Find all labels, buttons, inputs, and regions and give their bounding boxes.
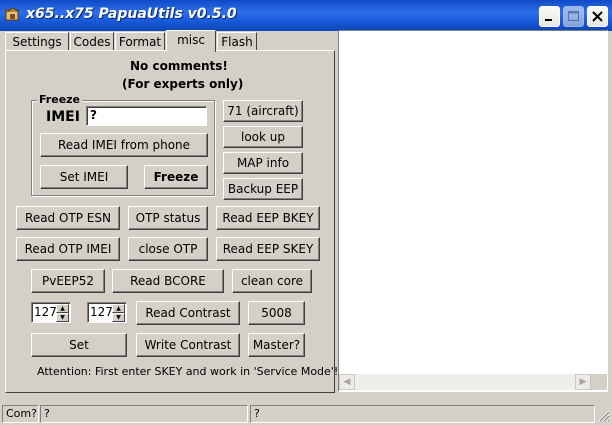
read-bcore-button[interactable]: Read BCORE xyxy=(112,269,224,293)
contrast-spin-1-value[interactable]: 127 xyxy=(34,305,57,319)
minimize-button[interactable] xyxy=(539,6,560,27)
clean-core-button[interactable]: clean core xyxy=(232,269,312,293)
contrast-spin-2-value[interactable]: 127 xyxy=(90,305,113,319)
write-contrast-button[interactable]: Write Contrast xyxy=(136,333,240,357)
scroll-left-icon[interactable]: ◀ xyxy=(339,374,355,390)
map-info-button[interactable]: MAP info xyxy=(223,152,303,174)
status-cell-2: ? xyxy=(40,405,248,423)
master-button[interactable]: Master? xyxy=(248,333,305,357)
attention-text: Attention: First enter SKEY and work in … xyxy=(37,365,339,378)
spin-down-icon[interactable]: ▼ xyxy=(56,313,69,322)
tab-format[interactable]: Format xyxy=(115,32,165,51)
heading-no-comments: No comments! xyxy=(130,59,228,73)
imei-input[interactable]: ? xyxy=(86,106,207,126)
contrast-spin-2[interactable]: 127 ▲ ▼ xyxy=(87,302,127,323)
backup-eep-button[interactable]: Backup EEP xyxy=(223,178,303,200)
heading-experts-only: (For experts only) xyxy=(122,77,244,91)
tab-codes[interactable]: Codes xyxy=(70,32,114,51)
aircraft-button[interactable]: 71 (aircraft) xyxy=(223,100,303,122)
imei-label: IMEI xyxy=(46,109,80,125)
horizontal-scrollbar[interactable]: ◀ ▶ xyxy=(339,374,607,390)
tab-misc[interactable]: misc xyxy=(166,30,216,52)
tab-flash[interactable]: Flash xyxy=(217,32,257,51)
read-imei-button[interactable]: Read IMEI from phone xyxy=(40,133,208,157)
set-imei-button[interactable]: Set IMEI xyxy=(40,165,128,189)
close-button[interactable] xyxy=(587,6,608,27)
spin-up-icon[interactable]: ▲ xyxy=(112,304,125,313)
close-otp-button[interactable]: close OTP xyxy=(128,237,208,261)
set-button[interactable]: Set xyxy=(31,333,127,357)
lookup-button[interactable]: look up xyxy=(223,126,303,148)
scrollbar-corner xyxy=(591,374,607,390)
value-5008-button[interactable]: 5008 xyxy=(248,301,305,325)
tab-settings[interactable]: Settings xyxy=(5,32,69,51)
scroll-right-icon[interactable]: ▶ xyxy=(575,374,591,390)
status-com: Com? xyxy=(2,405,39,423)
app-icon[interactable] xyxy=(4,6,22,24)
status-cell-3: ? xyxy=(250,405,595,423)
freeze-button[interactable]: Freeze xyxy=(144,165,208,189)
freeze-group-title: Freeze xyxy=(37,93,83,106)
read-eep-bkey-button[interactable]: Read EEP BKEY xyxy=(216,206,320,230)
read-contrast-button[interactable]: Read Contrast xyxy=(136,301,240,325)
resize-grip-icon[interactable] xyxy=(596,408,610,422)
read-eep-skey-button[interactable]: Read EEP SKEY xyxy=(216,237,320,261)
window-title: x65..x75 PapuaUtils v0.5.0 xyxy=(26,6,237,22)
read-otp-esn-button[interactable]: Read OTP ESN xyxy=(16,206,120,230)
spin-down-icon[interactable]: ▼ xyxy=(112,313,125,322)
pveep52-button[interactable]: PvEEP52 xyxy=(31,269,105,293)
read-otp-imei-button[interactable]: Read OTP IMEI xyxy=(16,237,120,261)
otp-status-button[interactable]: OTP status xyxy=(128,206,208,230)
contrast-spin-1[interactable]: 127 ▲ ▼ xyxy=(31,302,71,323)
maximize-button[interactable] xyxy=(563,6,584,27)
log-pane[interactable] xyxy=(338,30,608,392)
spin-up-icon[interactable]: ▲ xyxy=(56,304,69,313)
